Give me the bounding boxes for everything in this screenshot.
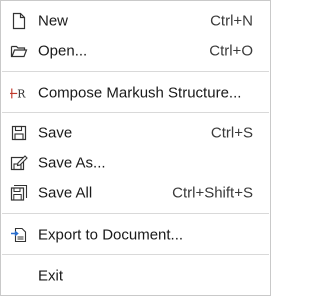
menu-item-label: Save <box>38 124 73 142</box>
markush-icon: R <box>10 84 28 102</box>
menu-item-export-to-document[interactable]: Export to Document... <box>1 220 270 250</box>
menu-item-label: New <box>38 12 69 30</box>
svg-text:R: R <box>17 88 26 101</box>
menu-item-label: Compose Markush Structure... <box>38 84 242 102</box>
menu-item-exit[interactable]: Exit <box>1 261 270 291</box>
save-icon <box>10 124 28 142</box>
menu-item-shortcut: Ctrl+N <box>210 12 253 30</box>
menu-item-label: Save All <box>38 184 93 202</box>
menu-separator <box>2 254 269 255</box>
menu-item-new[interactable]: New Ctrl+N <box>1 6 270 36</box>
export-document-icon <box>10 226 28 244</box>
menu-item-label: Open... <box>38 42 88 60</box>
menu-item-shortcut: Ctrl+Shift+S <box>172 184 253 202</box>
save-as-icon <box>10 154 28 172</box>
menu-item-shortcut: Ctrl+S <box>210 124 253 142</box>
menu-item-save-as[interactable]: Save As... <box>1 148 270 178</box>
menu-item-open[interactable]: Open... Ctrl+O <box>1 36 270 66</box>
new-document-icon <box>10 12 28 30</box>
menu-separator <box>2 112 269 113</box>
menu-item-compose-markush[interactable]: R Compose Markush Structure... <box>1 78 270 108</box>
menu-item-label: Export to Document... <box>38 226 184 244</box>
menu-separator <box>2 71 269 72</box>
menu-item-shortcut: Ctrl+O <box>209 42 253 60</box>
file-menu: New Ctrl+N Open... Ctrl+O R Compose Mark… <box>0 0 271 296</box>
menu-item-label: Exit <box>38 267 64 285</box>
menu-item-save[interactable]: Save Ctrl+S <box>1 118 270 148</box>
menu-item-label: Save As... <box>38 154 106 172</box>
menu-item-save-all[interactable]: Save All Ctrl+Shift+S <box>1 178 270 208</box>
save-all-icon <box>10 184 28 202</box>
open-folder-icon <box>10 42 28 60</box>
menu-separator <box>2 213 269 214</box>
